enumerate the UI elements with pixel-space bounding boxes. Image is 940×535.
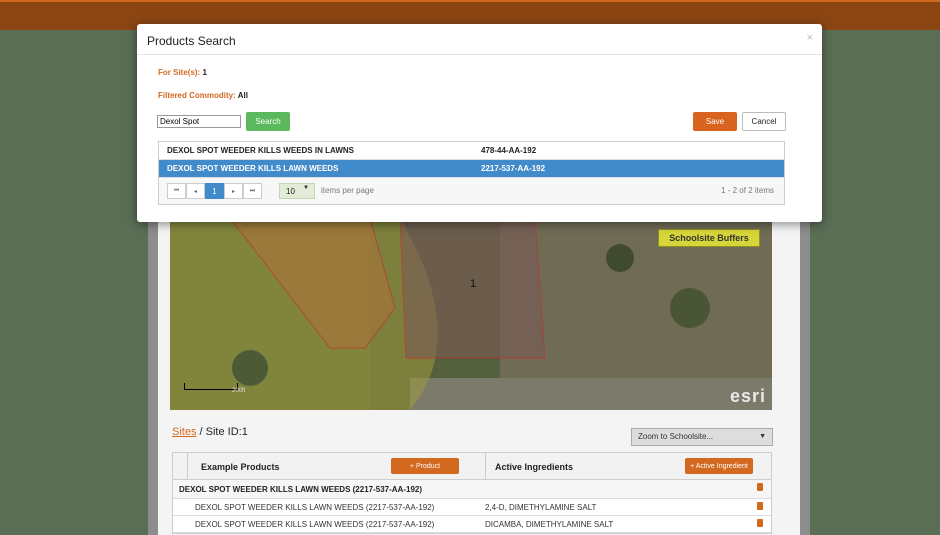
page-size-select[interactable]: 10 ▼ bbox=[279, 183, 315, 199]
items-per-page-label: items per page bbox=[321, 186, 374, 195]
product-search-input[interactable] bbox=[157, 115, 241, 128]
trash-icon[interactable] bbox=[757, 483, 763, 491]
commodity-filter-value: All bbox=[237, 91, 248, 100]
save-button[interactable]: Save bbox=[693, 112, 737, 131]
add-active-ingredient-button[interactable]: + Active Ingredient bbox=[685, 458, 753, 474]
zoom-select-value: Zoom to Schoolsite... bbox=[638, 432, 714, 441]
modal-title: Products Search bbox=[147, 34, 236, 48]
chevron-down-icon: ▼ bbox=[759, 433, 766, 440]
ingredient-cell: DICAMBA, DIMETHYLAMINE SALT bbox=[485, 520, 614, 529]
table-row: DEXOL SPOT WEEDER KILLS LAWN WEEDS (2217… bbox=[173, 499, 771, 516]
col-active-ingredients: Active Ingredients bbox=[495, 462, 574, 472]
next-page-icon[interactable]: ▸ bbox=[224, 183, 243, 199]
pager-info: 1 - 2 of 2 items bbox=[721, 186, 774, 195]
products-table: Example Products + Product Active Ingred… bbox=[172, 452, 772, 534]
first-page-icon[interactable]: ⏮ bbox=[167, 183, 186, 199]
prev-page-icon[interactable]: ◂ bbox=[186, 183, 205, 199]
zoom-to-schoolsite-select[interactable]: Zoom to Schoolsite... ▼ bbox=[631, 428, 773, 446]
result-registration: 2217-537-AA-192 bbox=[481, 164, 546, 173]
add-product-button[interactable]: + Product bbox=[391, 458, 459, 474]
result-row[interactable]: DEXOL SPOT WEEDER KILLS WEEDS IN LAWNS 4… bbox=[159, 142, 784, 160]
product-group-label: DEXOL SPOT WEEDER KILLS LAWN WEEDS (2217… bbox=[179, 485, 423, 494]
map-scale-text: 200ft bbox=[232, 388, 246, 394]
map-site-label: 1 bbox=[470, 278, 477, 290]
result-registration: 478-44-AA-192 bbox=[481, 146, 537, 155]
trash-icon[interactable] bbox=[757, 502, 763, 510]
commodity-filter: Filtered Commodity: All bbox=[158, 91, 248, 100]
map-scale-bar bbox=[184, 383, 238, 390]
schoolsite-buffers-legend[interactable]: Schoolsite Buffers bbox=[658, 229, 760, 247]
ingredient-cell: 2,4-D, DIMETHYLAMINE SALT bbox=[485, 503, 597, 512]
last-page-icon[interactable]: ⏭ bbox=[243, 183, 262, 199]
search-button[interactable]: Search bbox=[246, 112, 290, 131]
page-size-value: 10 bbox=[286, 186, 295, 196]
product-group-row[interactable]: DEXOL SPOT WEEDER KILLS LAWN WEEDS (2217… bbox=[173, 480, 771, 499]
result-row-selected[interactable]: DEXOL SPOT WEEDER KILLS LAWN WEEDS 2217-… bbox=[159, 160, 784, 178]
chevron-down-icon: ▼ bbox=[303, 185, 309, 191]
site-filter-value: 1 bbox=[202, 68, 207, 77]
product-cell: DEXOL SPOT WEEDER KILLS LAWN WEEDS (2217… bbox=[195, 503, 435, 512]
product-cell: DEXOL SPOT WEEDER KILLS LAWN WEEDS (2217… bbox=[195, 520, 435, 529]
cancel-button[interactable]: Cancel bbox=[742, 112, 786, 131]
commodity-filter-label: Filtered Commodity: bbox=[158, 91, 236, 100]
products-search-modal: Products Search × For Site(s): 1 Filtere… bbox=[137, 24, 822, 222]
result-product-name: DEXOL SPOT WEEDER KILLS LAWN WEEDS bbox=[167, 164, 339, 173]
products-table-header: Example Products + Product Active Ingred… bbox=[173, 453, 771, 480]
page-1-button[interactable]: 1 bbox=[205, 183, 224, 199]
results-pager: ⏮ ◂ 1 ▸ ⏭ 10 ▼ items per page 1 - 2 of 2… bbox=[159, 178, 784, 204]
page-backdrop-right bbox=[810, 30, 940, 535]
breadcrumb-sites-link[interactable]: Sites bbox=[172, 426, 196, 438]
breadcrumb-site-id: / Site ID:1 bbox=[196, 426, 248, 438]
search-results-grid: DEXOL SPOT WEEDER KILLS WEEDS IN LAWNS 4… bbox=[158, 141, 785, 205]
result-product-name: DEXOL SPOT WEEDER KILLS WEEDS IN LAWNS bbox=[167, 146, 354, 155]
site-filter: For Site(s): 1 bbox=[158, 68, 207, 77]
modal-divider bbox=[137, 54, 822, 55]
site-filter-label: For Site(s): bbox=[158, 68, 201, 77]
esri-logo: esri bbox=[730, 386, 767, 406]
col-example-products: Example Products bbox=[201, 462, 280, 472]
page-backdrop-left bbox=[0, 30, 148, 535]
table-row: DEXOL SPOT WEEDER KILLS LAWN WEEDS (2217… bbox=[173, 516, 771, 533]
table-divider bbox=[485, 453, 486, 479]
table-divider bbox=[187, 453, 188, 479]
breadcrumb: Sites / Site ID:1 bbox=[172, 426, 248, 438]
close-icon[interactable]: × bbox=[807, 32, 813, 44]
trash-icon[interactable] bbox=[757, 519, 763, 527]
